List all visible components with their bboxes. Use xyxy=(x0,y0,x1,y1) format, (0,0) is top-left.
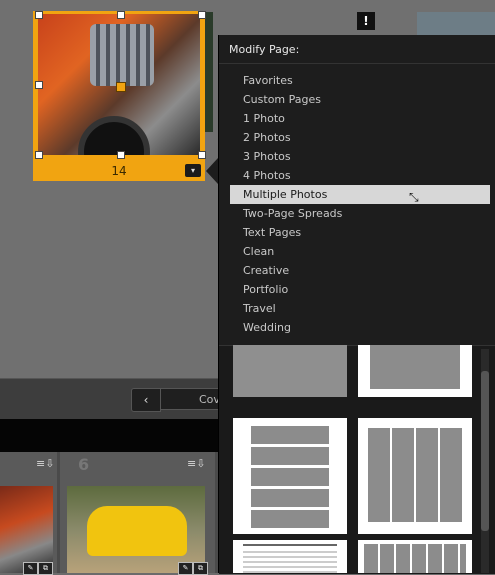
filmstrip-cell[interactable]: ≡⇩ ✎ ⧉ xyxy=(0,452,57,575)
modify-page-menu: Modify Page: Favorites Custom Pages 1 Ph… xyxy=(218,35,495,574)
menu-item-custom-pages[interactable]: Custom Pages xyxy=(230,90,490,109)
menu-item-text-pages[interactable]: Text Pages xyxy=(230,223,490,242)
resize-cursor-icon: ⤡ xyxy=(409,190,419,204)
page-menu-dropdown-icon[interactable]: ▾ xyxy=(185,164,201,177)
layout-template-square-grid[interactable] xyxy=(358,418,472,534)
background-photo-left xyxy=(205,12,213,132)
menu-item-2-photos[interactable]: 2 Photos xyxy=(230,128,490,147)
background-photo-right xyxy=(417,12,495,36)
edit-badge-icon: ✎ xyxy=(23,562,38,575)
layout-template-tall-grid[interactable] xyxy=(233,418,347,534)
layout-template-grid-4x2[interactable] xyxy=(358,345,472,397)
menu-item-1-photo[interactable]: 1 Photo xyxy=(230,109,490,128)
sort-icon[interactable]: ≡⇩ xyxy=(187,457,205,470)
menu-item-favorites[interactable]: Favorites xyxy=(230,71,490,90)
resize-handle-bottom-right[interactable] xyxy=(198,151,206,159)
filmstrip-number: 6 xyxy=(78,455,90,474)
layout-template-mosaic[interactable] xyxy=(358,540,472,573)
menu-item-creative[interactable]: Creative xyxy=(230,261,490,280)
menu-item-wedding[interactable]: Wedding xyxy=(230,318,490,337)
menu-item-3-photos[interactable]: 3 Photos xyxy=(230,147,490,166)
layout-template-text-grid[interactable] xyxy=(233,540,347,573)
resize-handle-top-right[interactable] xyxy=(198,11,206,19)
filmstrip-photo[interactable] xyxy=(67,486,205,573)
engine-detail xyxy=(90,24,154,86)
menu-item-two-page-spreads[interactable]: Two-Page Spreads xyxy=(230,204,490,223)
resize-handle-bottom[interactable] xyxy=(117,151,125,159)
resize-handle-bottom-left[interactable] xyxy=(35,151,43,159)
cover-button[interactable]: Cov xyxy=(160,388,220,410)
filmstrip-cell[interactable]: 6 ≡⇩ ✎ ⧉ xyxy=(60,452,215,575)
menu-item-clean[interactable]: Clean xyxy=(230,242,490,261)
photo-center-handle[interactable] xyxy=(116,82,126,92)
layout-template-grid-4x3[interactable] xyxy=(233,345,347,397)
stack-badge-icon: ⧉ xyxy=(193,562,208,575)
edit-badge-icon: ✎ xyxy=(178,562,193,575)
wheel-detail xyxy=(78,116,150,155)
warning-icon[interactable]: ! xyxy=(357,12,375,30)
menu-title: Modify Page: xyxy=(229,43,300,56)
sort-icon[interactable]: ≡⇩ xyxy=(36,457,54,470)
resize-handle-left[interactable] xyxy=(35,81,43,89)
menu-pointer xyxy=(206,158,218,184)
menu-item-travel[interactable]: Travel xyxy=(230,299,490,318)
menu-item-multiple-photos[interactable]: Multiple Photos xyxy=(230,185,490,204)
menu-item-portfolio[interactable]: Portfolio xyxy=(230,280,490,299)
previous-page-button[interactable]: ‹ xyxy=(131,388,161,412)
menu-divider xyxy=(219,63,495,64)
menu-list: Favorites Custom Pages 1 Photo 2 Photos … xyxy=(230,71,490,337)
menu-item-4-photos[interactable]: 4 Photos xyxy=(230,166,490,185)
resize-handle-top[interactable] xyxy=(117,11,125,19)
page-number: 14 xyxy=(111,164,127,178)
layout-scrollbar-thumb[interactable] xyxy=(481,371,489,531)
filmstrip-photo[interactable] xyxy=(0,486,53,573)
stack-badge-icon: ⧉ xyxy=(38,562,53,575)
yellow-car-detail xyxy=(87,506,187,556)
resize-handle-top-left[interactable] xyxy=(35,11,43,19)
